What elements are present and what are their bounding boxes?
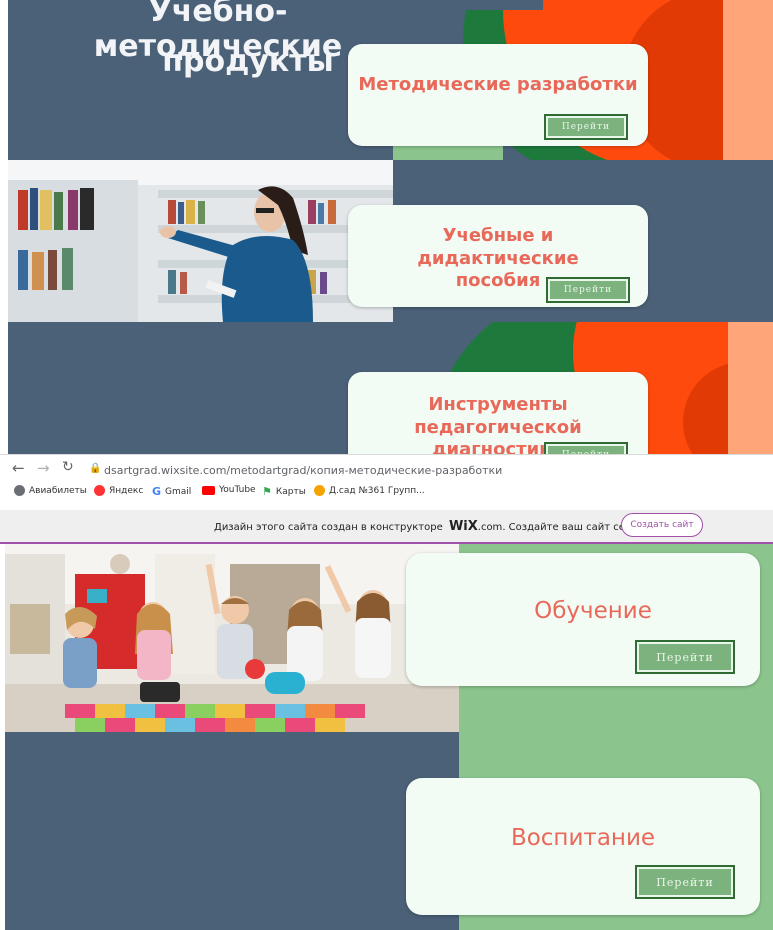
bookmark-5[interactable]: ⚑ Карты: [262, 485, 306, 498]
card-methodical: Методические разработки Перейти: [348, 44, 648, 146]
card-upbringing: Воспитание Перейти: [406, 778, 760, 915]
forward-arrow-icon[interactable]: →: [37, 459, 50, 477]
bookmark-4[interactable]: YouTube: [202, 485, 256, 495]
wix-text-before: Дизайн этого сайта создан в конструкторе: [214, 522, 443, 533]
google-icon: G: [152, 485, 162, 498]
youtube-icon: [202, 485, 215, 495]
bookmark-1[interactable]: Авиабилеты: [14, 485, 87, 496]
bookmark-3[interactable]: G Gmail: [152, 485, 191, 498]
children-photo: [5, 544, 459, 732]
card-teaching-aids: Учебные и дидактические пособия Перейти: [348, 205, 648, 307]
maps-pin-icon: ⚑: [262, 485, 272, 498]
wix-logo: WiX: [448, 519, 478, 534]
back-arrow-icon[interactable]: ←: [12, 459, 25, 477]
lock-icon: 🔒: [89, 463, 102, 474]
wix-banner: Дизайн этого сайта создан в конструкторе…: [0, 510, 773, 544]
yandex-icon: [94, 485, 105, 496]
bookmark-label: Gmail: [165, 486, 192, 497]
bookmark-label: Яндекс: [109, 485, 144, 496]
card-title: Обучение: [534, 598, 652, 624]
bookmark-label: Карты: [275, 486, 306, 497]
card-title: Воспитание: [510, 825, 656, 851]
go-button[interactable]: Перейти: [635, 865, 735, 899]
card-diagnostics: Инструменты педагогической диагностики П…: [348, 372, 648, 454]
browser-chrome: ← → ↻ 🔒 dsartgrad.wixsite.com/metodartgr…: [0, 454, 773, 511]
card-title: Методические разработки: [358, 74, 638, 95]
reload-icon[interactable]: ↻: [62, 459, 74, 475]
go-button[interactable]: Перейти: [544, 114, 628, 140]
bookmark-label: YouTube: [219, 485, 256, 495]
bookmark-label: Д.сад №361 Групп...: [329, 485, 425, 496]
go-button[interactable]: Перейти: [546, 277, 630, 303]
go-button[interactable]: Перейти: [635, 640, 735, 674]
address-bar[interactable]: dsartgrad.wixsite.com/metodartgrad/копия…: [104, 464, 502, 477]
create-site-button[interactable]: Создать сайт: [621, 513, 703, 537]
library-photo: [8, 160, 393, 322]
globe-icon: [14, 485, 25, 496]
bookmark-site-icon: [314, 485, 325, 496]
bookmark-6[interactable]: Д.сад №361 Групп...: [314, 485, 425, 496]
bookmark-2[interactable]: Яндекс: [94, 485, 143, 496]
wix-banner-text: Дизайн этого сайта создан в конструкторе…: [214, 519, 659, 534]
bookmark-label: Авиабилеты: [29, 485, 87, 496]
bottom-section: Обучение Перейти Воспитание Перейти: [5, 544, 773, 930]
top-section: Учебно-методические продукты Методически…: [8, 0, 773, 454]
go-button[interactable]: Перейти: [544, 442, 628, 454]
card-education: Обучение Перейти: [406, 553, 760, 686]
wix-domain: .com: [477, 522, 503, 533]
